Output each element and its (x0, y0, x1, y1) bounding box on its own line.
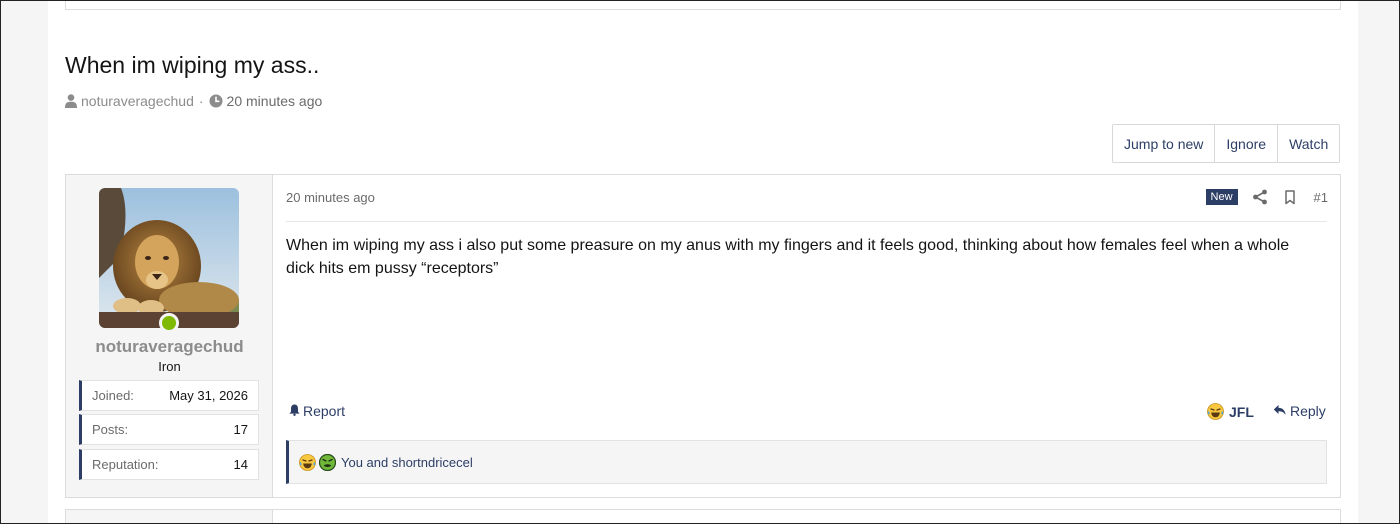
laughing-crying-emoji-icon (299, 453, 316, 471)
ignore-button[interactable]: Ignore (1215, 125, 1279, 162)
post-tools: New #1 (1205, 187, 1328, 207)
clock-icon (209, 94, 223, 108)
user-title: Iron (158, 359, 181, 374)
report-label: Report (303, 403, 346, 419)
user-icon (65, 94, 77, 108)
new-badge: New (1205, 189, 1238, 205)
post-body: When im wiping my ass i also put some pr… (286, 237, 1290, 277)
page-content: When im wiping my ass.. noturaveragechud… (48, 0, 1358, 524)
avatar[interactable] (99, 188, 239, 328)
next-post (65, 509, 1341, 524)
post-1: noturaveragechud Iron Joined: May 31, 20… (65, 174, 1341, 498)
reactions-summary-link[interactable]: You and shortndricecel (341, 455, 473, 470)
post-number-link[interactable]: #1 (1314, 190, 1328, 205)
stat-label: Reputation: (92, 457, 159, 472)
laughing-crying-emoji-icon (1207, 403, 1224, 420)
online-status-indicator (159, 313, 179, 333)
thread-meta: noturaveragechud · 20 minutes ago (65, 92, 322, 110)
thread-actions: Jump to new Ignore Watch (1112, 124, 1341, 163)
reply-button[interactable]: Reply (1273, 403, 1326, 419)
stat-label: Joined: (92, 388, 134, 403)
watch-button[interactable]: Watch (1278, 125, 1339, 162)
thread-title: When im wiping my ass.. (65, 52, 320, 78)
bell-icon (289, 403, 303, 419)
stat-value[interactable]: 17 (234, 422, 248, 437)
post-main: 20 minutes ago New #1 When im wiping my … (273, 175, 1340, 497)
stat-label: Posts: (92, 422, 129, 437)
post-time-link[interactable]: 20 minutes ago (286, 190, 375, 205)
thread-author-link[interactable]: noturaveragechud (81, 93, 194, 109)
reaction-label: JFL (1229, 403, 1254, 420)
share-icon[interactable] (1252, 189, 1268, 205)
reaction-button[interactable]: JFL (1207, 403, 1254, 420)
post-divider (286, 221, 1327, 222)
post-user-panel: noturaveragechud Iron Joined: May 31, 20… (66, 175, 273, 497)
thread-time-link[interactable]: 20 minutes ago (227, 93, 323, 109)
stat-value: May 31, 2026 (169, 388, 248, 403)
post-username[interactable]: noturaveragechud (66, 337, 273, 357)
bookmark-icon[interactable] (1282, 189, 1298, 205)
jump-to-new-button[interactable]: Jump to new (1113, 125, 1216, 162)
stat-value: 14 (233, 457, 248, 472)
nauseated-emoji-icon (318, 453, 337, 471)
next-post-user-panel (66, 510, 273, 524)
stat-joined: Joined: May 31, 2026 (79, 380, 259, 411)
reply-arrow-icon (1273, 403, 1290, 419)
previous-block (65, 0, 1341, 10)
stat-reputation: Reputation: 14 (79, 449, 259, 480)
stat-posts: Posts: 17 (79, 414, 259, 445)
reactions-summary: You and shortndricecel (286, 440, 1327, 484)
reply-label: Reply (1290, 403, 1326, 419)
meta-separator: · (198, 93, 204, 109)
report-link[interactable]: Report (289, 403, 345, 419)
